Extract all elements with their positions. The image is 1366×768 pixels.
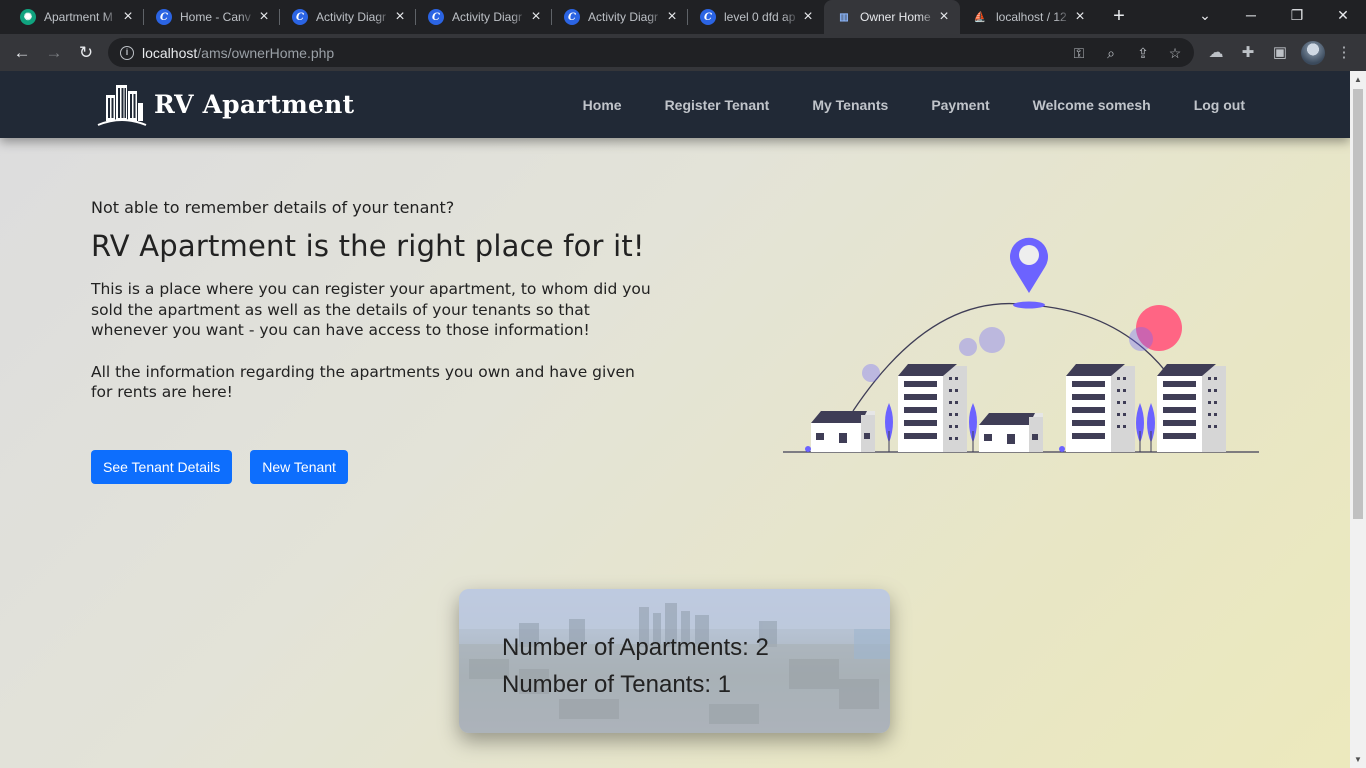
- tab-title: Home - Canv: [180, 10, 251, 24]
- browser-tab[interactable]: C Home - Canv ×: [144, 0, 280, 34]
- brand[interactable]: RV Apartment: [96, 81, 354, 127]
- canva-icon: C: [156, 9, 172, 25]
- share-icon[interactable]: ⇪: [1134, 44, 1152, 62]
- address-bar[interactable]: i localhost/ams/ownerHome.php ⚿ ⌕ ⇪ ☆: [108, 38, 1194, 67]
- browser-tab-strip: ✺ Apartment M × C Home - Canv × C Activi…: [0, 0, 1366, 34]
- tab-title: Activity Diagr: [316, 10, 387, 24]
- minimize-icon[interactable]: ─: [1228, 0, 1274, 32]
- close-tab-icon[interactable]: ×: [936, 8, 952, 26]
- tab-search-icon[interactable]: ⌄: [1182, 0, 1228, 32]
- url-path: /ams/ownerHome.php: [197, 44, 335, 61]
- close-tab-icon[interactable]: ×: [800, 8, 816, 26]
- nav-welcome-user[interactable]: Welcome somesh: [1033, 97, 1151, 113]
- nav-my-tenants[interactable]: My Tenants: [812, 97, 888, 113]
- close-tab-icon[interactable]: ×: [1072, 8, 1088, 26]
- url-host: localhost: [142, 44, 198, 61]
- close-window-icon[interactable]: ✕: [1320, 0, 1366, 32]
- browser-tab-active[interactable]: ▥ Owner Home ×: [824, 0, 960, 34]
- key-icon[interactable]: ⚿: [1070, 44, 1088, 62]
- new-tab-button[interactable]: +: [1106, 5, 1132, 29]
- building-icon: ▥: [839, 11, 849, 23]
- close-tab-icon[interactable]: ×: [664, 8, 680, 26]
- zoom-icon[interactable]: ⌕: [1102, 44, 1120, 62]
- city-illustration: [783, 237, 1259, 453]
- tab-title: Activity Diagr: [452, 10, 523, 24]
- kebab-menu-icon[interactable]: ⋮: [1334, 43, 1354, 63]
- canva-icon: C: [564, 9, 580, 25]
- hero-paragraph: All the information regarding the apartm…: [91, 362, 635, 402]
- hero-question: Not able to remember details of your ten…: [91, 198, 455, 217]
- tab-title: Activity Diagr: [588, 10, 659, 24]
- nav-payment[interactable]: Payment: [931, 97, 989, 113]
- browser-toolbar: ← → ↻ i localhost/ams/ownerHome.php ⚿ ⌕ …: [0, 34, 1366, 71]
- brand-name: RV Apartment: [154, 89, 355, 119]
- tenant-count: Number of Tenants: 1: [502, 671, 732, 698]
- hero-section: Not able to remember details of your ten…: [91, 198, 671, 403]
- main-nav: Home Register Tenant My Tenants Payment …: [540, 71, 1245, 138]
- tab-title: localhost / 12: [996, 10, 1067, 24]
- canva-icon: C: [428, 9, 444, 25]
- close-tab-icon[interactable]: ×: [256, 8, 272, 26]
- tab-title: level 0 dfd ap: [724, 10, 796, 24]
- site-info-icon[interactable]: i: [120, 45, 134, 60]
- scroll-down-icon[interactable]: ▼: [1354, 755, 1362, 764]
- site-navbar: RV Apartment Home Register Tenant My Ten…: [0, 71, 1350, 138]
- profile-avatar[interactable]: [1301, 41, 1325, 65]
- hero-paragraph: This is a place where you can register y…: [91, 280, 651, 339]
- tab-title: Apartment M: [44, 10, 113, 24]
- nav-logout[interactable]: Log out: [1194, 97, 1245, 113]
- forward-icon[interactable]: →: [41, 40, 67, 66]
- nav-home[interactable]: Home: [583, 97, 622, 113]
- chatgpt-icon: ✺: [20, 9, 36, 25]
- back-icon[interactable]: ←: [9, 40, 35, 66]
- close-tab-icon[interactable]: ×: [528, 8, 544, 26]
- canva-icon: C: [700, 9, 716, 25]
- restore-icon[interactable]: ❐: [1274, 0, 1320, 32]
- see-tenant-details-button[interactable]: See Tenant Details: [91, 450, 233, 484]
- new-tenant-button[interactable]: New Tenant: [250, 450, 348, 484]
- browser-tab[interactable]: C Activity Diagr ×: [416, 0, 552, 34]
- apartment-count: Number of Apartments: 2: [502, 634, 769, 661]
- page-scrollbar[interactable]: ▲ ▼: [1350, 71, 1366, 768]
- scroll-up-icon[interactable]: ▲: [1354, 75, 1362, 84]
- nav-register-tenant[interactable]: Register Tenant: [665, 97, 770, 113]
- browser-tab[interactable]: ⛵ localhost / 12 ×: [960, 0, 1096, 34]
- browser-tab[interactable]: C Activity Diagr ×: [280, 0, 416, 34]
- scrollbar-thumb[interactable]: [1353, 89, 1363, 519]
- browser-tab[interactable]: C Activity Diagr ×: [552, 0, 688, 34]
- close-tab-icon[interactable]: ×: [120, 8, 136, 26]
- browser-tab[interactable]: C level 0 dfd ap ×: [688, 0, 824, 34]
- hero-heading: RV Apartment is the right place for it!: [91, 229, 645, 263]
- side-panel-icon[interactable]: ▣: [1270, 43, 1290, 63]
- browser-tab[interactable]: ✺ Apartment M ×: [8, 0, 144, 34]
- tab-title: Owner Home: [860, 10, 931, 24]
- stats-card: Number of Apartments: 2 Number of Tenant…: [459, 589, 890, 733]
- hero-buttons: See Tenant Details New Tenant: [91, 450, 348, 484]
- extensions-puzzle-icon[interactable]: ✚: [1238, 43, 1258, 63]
- phpmyadmin-icon: ⛵: [973, 11, 987, 23]
- building-logo-icon: [97, 85, 147, 126]
- reload-icon[interactable]: ↻: [73, 40, 99, 66]
- extension-cloud-icon[interactable]: ☁: [1206, 43, 1226, 63]
- bookmark-star-icon[interactable]: ☆: [1166, 44, 1184, 62]
- page-viewport: RV Apartment Home Register Tenant My Ten…: [0, 71, 1350, 768]
- close-tab-icon[interactable]: ×: [392, 8, 408, 26]
- canva-icon: C: [292, 9, 308, 25]
